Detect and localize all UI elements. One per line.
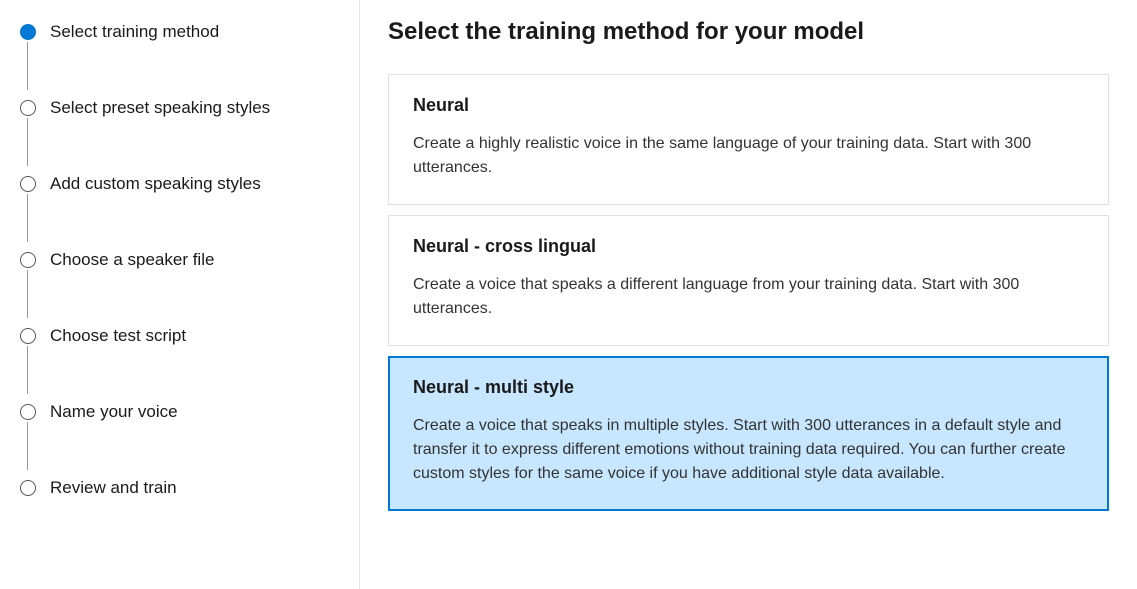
step-label: Select preset speaking styles: [50, 98, 270, 118]
step-review-and-train[interactable]: Review and train: [20, 478, 339, 498]
step-label: Choose test script: [50, 326, 186, 346]
option-neural-cross-lingual[interactable]: Neural - cross lingual Create a voice th…: [388, 215, 1109, 346]
step-bullet-icon: [20, 252, 36, 268]
step-connector: [27, 422, 28, 470]
option-title: Neural - multi style: [413, 377, 1084, 398]
step-connector: [27, 118, 28, 166]
option-neural-multi-style[interactable]: Neural - multi style Create a voice that…: [388, 356, 1109, 511]
step-list: Select training method Select preset spe…: [20, 22, 339, 498]
step-select-training-method[interactable]: Select training method: [20, 22, 339, 98]
step-connector: [27, 194, 28, 242]
option-description: Create a voice that speaks a different l…: [413, 273, 1084, 321]
option-neural[interactable]: Neural Create a highly realistic voice i…: [388, 74, 1109, 205]
step-choose-test-script[interactable]: Choose test script: [20, 326, 339, 402]
step-connector: [27, 346, 28, 394]
wizard-sidebar: Select training method Select preset spe…: [0, 0, 360, 589]
step-label: Review and train: [50, 478, 177, 498]
option-title: Neural - cross lingual: [413, 236, 1084, 257]
step-label: Choose a speaker file: [50, 250, 214, 270]
step-bullet-icon: [20, 328, 36, 344]
step-label: Add custom speaking styles: [50, 174, 261, 194]
step-bullet-icon: [20, 404, 36, 420]
step-label: Select training method: [50, 22, 219, 42]
step-label: Name your voice: [50, 402, 178, 422]
step-connector: [27, 42, 28, 90]
option-title: Neural: [413, 95, 1084, 116]
page-title: Select the training method for your mode…: [388, 18, 1109, 46]
step-bullet-icon: [20, 480, 36, 496]
option-description: Create a voice that speaks in multiple s…: [413, 414, 1084, 486]
step-bullet-icon: [20, 176, 36, 192]
step-connector: [27, 270, 28, 318]
step-add-custom-speaking-styles[interactable]: Add custom speaking styles: [20, 174, 339, 250]
option-description: Create a highly realistic voice in the s…: [413, 132, 1084, 180]
step-select-preset-speaking-styles[interactable]: Select preset speaking styles: [20, 98, 339, 174]
step-name-your-voice[interactable]: Name your voice: [20, 402, 339, 478]
step-choose-speaker-file[interactable]: Choose a speaker file: [20, 250, 339, 326]
main-content: Select the training method for your mode…: [360, 0, 1137, 589]
step-bullet-icon: [20, 100, 36, 116]
step-bullet-active-icon: [20, 24, 36, 40]
